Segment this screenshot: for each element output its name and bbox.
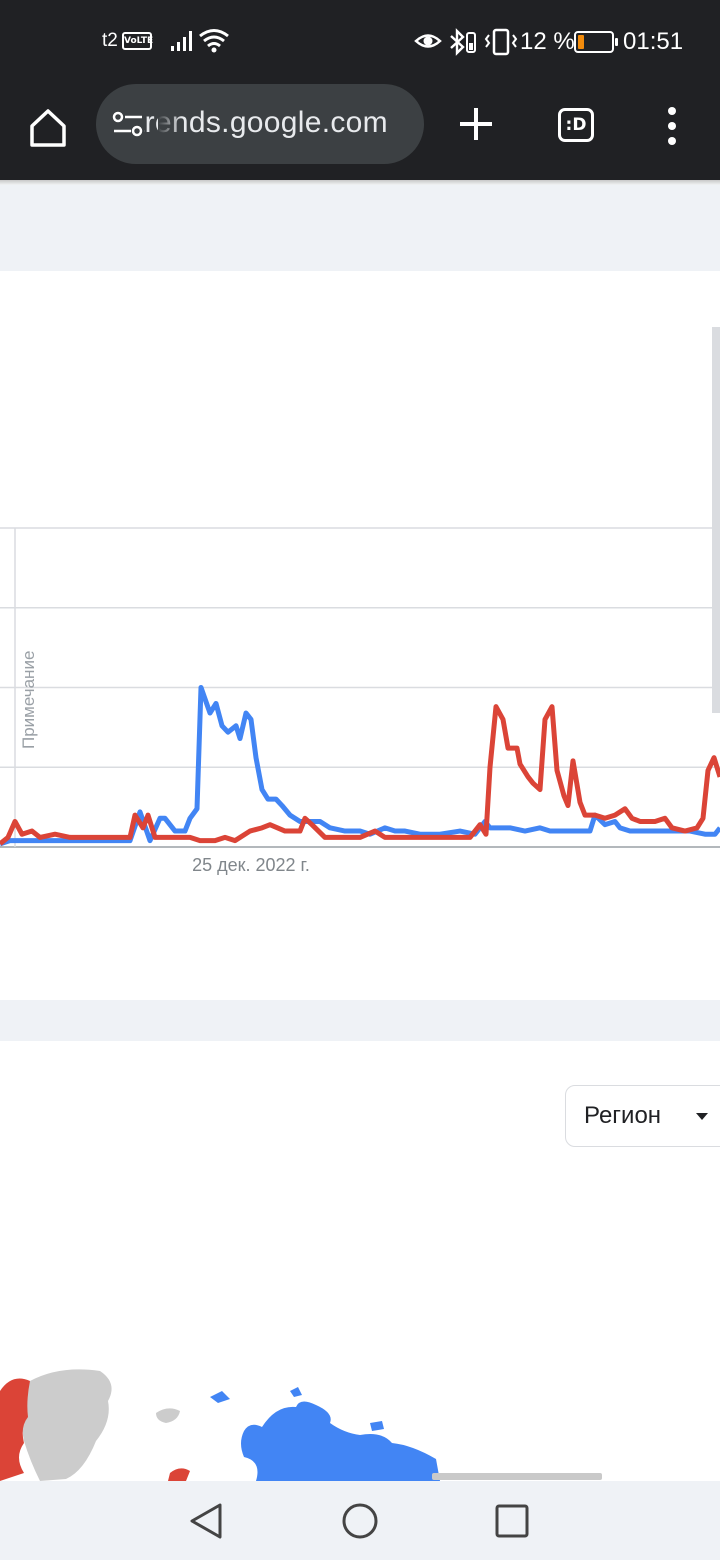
back-icon[interactable] [186, 1499, 226, 1543]
address-bar[interactable]: trends.google.com [96, 84, 424, 164]
recents-icon[interactable] [494, 1503, 530, 1539]
page-header-band [0, 185, 720, 271]
world-map[interactable] [0, 1361, 720, 1481]
series-line-blue [0, 685, 720, 847]
home-circle-icon[interactable] [340, 1501, 380, 1541]
battery-icon [574, 31, 618, 53]
x-tick-label-0: 25 дек. 2022 г. [192, 855, 310, 875]
interest-over-time-card: Примечание 25 дек. 2022 г. [0, 271, 720, 1000]
map-horizontal-scrollbar[interactable] [432, 1473, 602, 1480]
map-region-grey-island [156, 1408, 180, 1423]
bluetooth-icon [450, 28, 476, 56]
tab-switcher-icon[interactable]: :D [558, 108, 594, 142]
chevron-down-icon [696, 1113, 708, 1120]
eye-icon [414, 34, 442, 48]
chart-scroll-indicator[interactable] [712, 327, 720, 713]
url-fade [158, 84, 182, 164]
site-settings-icon-overlay [112, 110, 144, 138]
map-region-red-islands [168, 1468, 190, 1481]
trend-line-chart[interactable]: Примечание 25 дек. 2022 г. [0, 271, 720, 1000]
volte-badge: VoLTE [122, 32, 153, 50]
wifi-icon [199, 29, 229, 53]
vibrate-icon [484, 28, 518, 56]
map-region-greenland [22, 1369, 112, 1481]
annotation-label: Примечание [19, 651, 38, 749]
browser-toolbar: trends.google.com :D [0, 84, 720, 180]
region-dropdown[interactable]: Регион [565, 1085, 720, 1147]
region-dropdown-label: Регион [584, 1102, 662, 1129]
new-tab-icon[interactable] [456, 104, 496, 144]
status-bar: t2 VoLTE 12 % 01:51 [0, 0, 720, 84]
region-section: Регион [0, 1041, 720, 1481]
carrier-label: t2 [102, 30, 118, 51]
map-region-russia [241, 1401, 440, 1481]
system-navigation-bar [0, 1481, 720, 1560]
battery-level-fill [578, 35, 584, 49]
section-divider-band [0, 1000, 720, 1041]
battery-percent: 12 % [520, 28, 575, 55]
clock: 01:51 [623, 28, 684, 55]
signal-icon [171, 31, 192, 51]
more-menu-icon[interactable] [660, 104, 684, 148]
home-icon[interactable] [22, 102, 74, 154]
